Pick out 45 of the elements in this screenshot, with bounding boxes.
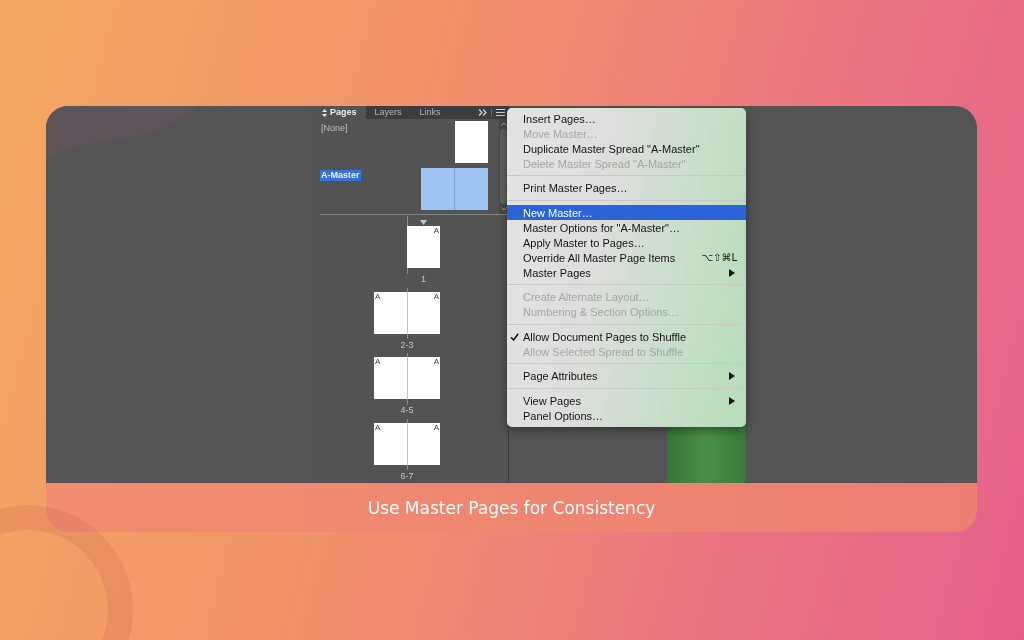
page-thumbnail[interactable]: A xyxy=(407,291,440,334)
shortcut-label: ⌥⇧⌘L xyxy=(701,252,737,263)
page-thumbnail[interactable]: A xyxy=(407,422,440,465)
master-prefix: A xyxy=(433,291,439,301)
menu-item[interactable]: Master Pages xyxy=(507,265,746,280)
page-number: 6-7 xyxy=(400,469,414,482)
master-prefix: A xyxy=(375,291,381,301)
menu-item[interactable]: Override All Master Page Items ⌥⇧⌘L xyxy=(507,250,746,265)
master-name[interactable]: A-Master xyxy=(320,170,361,181)
scroll-up-icon[interactable] xyxy=(500,122,507,126)
menu-item[interactable]: Page Attributes xyxy=(507,368,746,384)
menu-item[interactable]: Allow Document Pages to Shuffle xyxy=(507,329,746,344)
menu-item[interactable]: Duplicate Master Spread "A-Master" xyxy=(507,141,746,156)
caption-text: Use Master Pages for Consistency xyxy=(367,497,656,518)
page-thumbnail[interactable]: A xyxy=(407,357,440,399)
scroll-down-icon[interactable] xyxy=(500,207,507,211)
master-prefix: A xyxy=(375,357,381,366)
menu-item[interactable]: Insert Pages… xyxy=(507,111,746,126)
page-number: 1 xyxy=(421,273,426,285)
double-chevron-icon[interactable] xyxy=(478,109,487,116)
panel-tab[interactable]: Links xyxy=(410,106,450,119)
menu-item[interactable]: Apply Master to Pages… xyxy=(507,235,746,250)
menu-item[interactable]: Panel Options… xyxy=(507,408,746,423)
collapse-arrows-icon[interactable] xyxy=(322,108,327,117)
master-thumbnail[interactable] xyxy=(455,121,488,163)
master-prefix: A xyxy=(433,422,439,432)
master-thumbnail[interactable] xyxy=(421,168,488,210)
menu-icon[interactable] xyxy=(496,109,505,116)
master-prefix: A xyxy=(433,357,439,366)
page-number: 4-5 xyxy=(400,404,414,416)
page-thumbnail[interactable]: A xyxy=(374,422,407,465)
master-prefix: A xyxy=(375,422,381,432)
panel-tab[interactable]: Layers xyxy=(365,106,411,119)
scrollbar-thumb[interactable] xyxy=(500,129,507,204)
panel-tab[interactable]: Pages xyxy=(313,106,366,119)
page-thumbnail[interactable]: A xyxy=(374,357,407,399)
menu-item[interactable]: View Pages xyxy=(507,393,746,408)
menu-item[interactable]: Master Options for "A-Master"… xyxy=(507,220,746,235)
master-name[interactable]: [None] xyxy=(320,123,349,134)
page-number: 2-3 xyxy=(400,338,414,351)
menu-item[interactable]: New Master… xyxy=(507,205,746,220)
page-thumbnail[interactable]: A xyxy=(407,226,440,268)
menu-item[interactable]: Print Master Pages… xyxy=(507,180,746,196)
page-thumbnail[interactable]: A xyxy=(374,291,407,334)
master-prefix: A xyxy=(433,226,439,235)
